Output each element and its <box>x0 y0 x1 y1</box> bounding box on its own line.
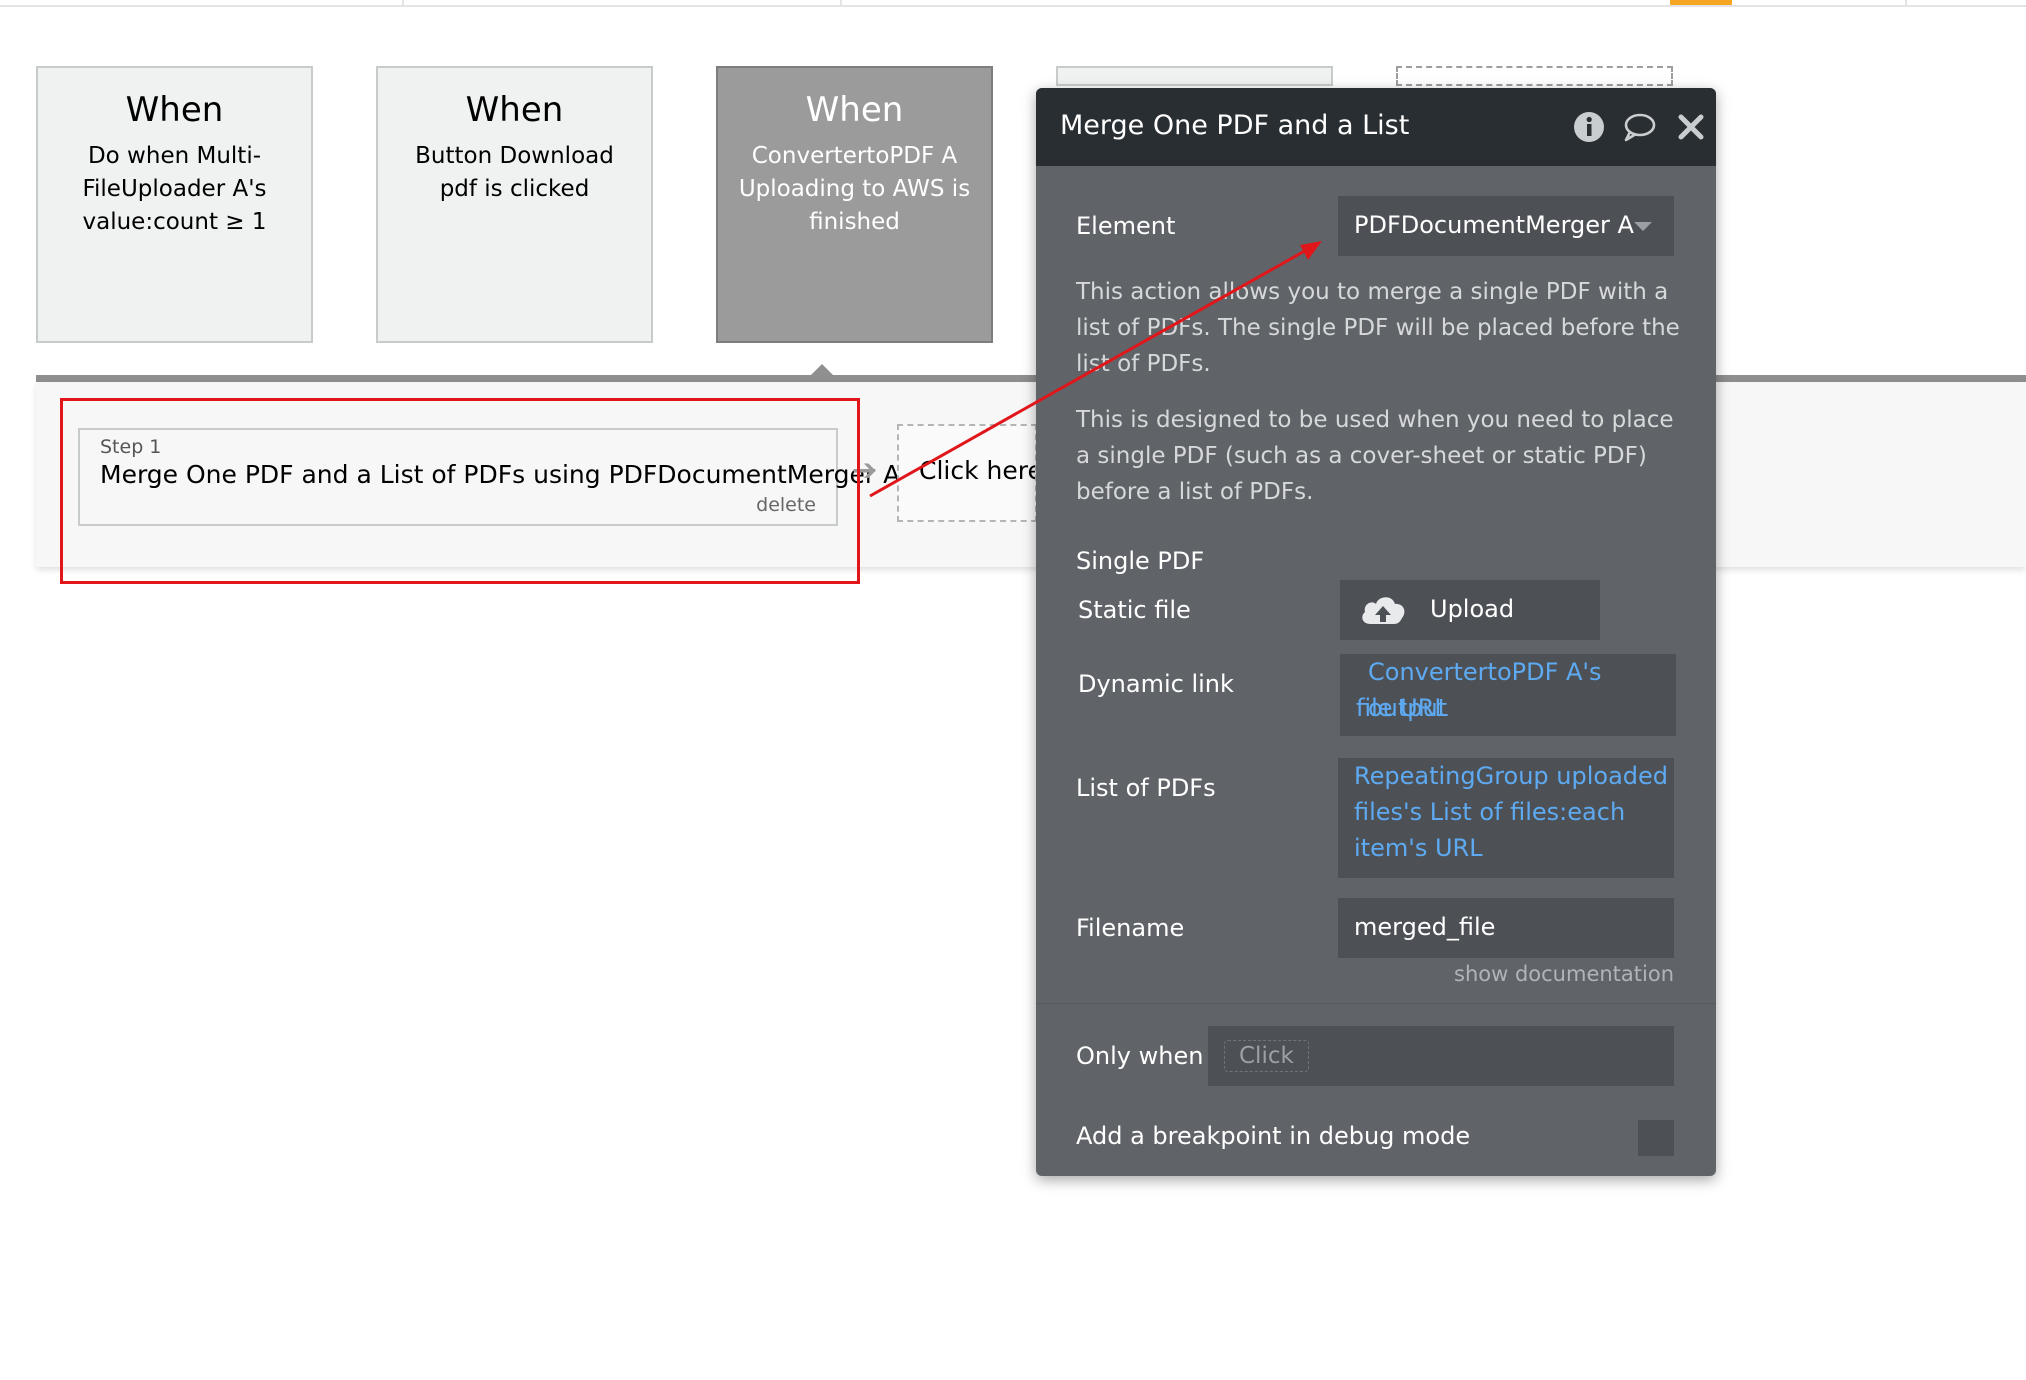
only-when-placeholder: Click <box>1224 1040 1309 1072</box>
dynamic-link-expression-cont: file URL <box>1356 694 1448 722</box>
event-description: Button Download pdf is clicked <box>415 143 614 202</box>
element-dropdown[interactable]: PDFDocumentMerger A <box>1338 196 1674 256</box>
selected-event-pointer <box>810 364 834 376</box>
event-description: ConvertertoPDF A Uploading to AWS is fin… <box>738 143 971 235</box>
list-of-pdfs-expression-cont: files's List of files:each <box>1354 798 1626 826</box>
breakpoint-label: Add a breakpoint in debug mode <box>1076 1122 1471 1150</box>
info-icon[interactable] <box>1572 110 1606 144</box>
list-of-pdfs-expression-end: item's URL <box>1354 834 1483 862</box>
comment-icon[interactable] <box>1622 110 1656 144</box>
event-description: Do when Multi-FileUploader A's value:cou… <box>82 143 267 235</box>
event-when-label: When <box>465 90 564 130</box>
cloud-upload-icon <box>1362 597 1405 624</box>
event-when-label: When <box>125 90 224 130</box>
single-pdf-label: Single PDF <box>1076 547 1205 575</box>
element-label: Element <box>1076 212 1176 240</box>
filename-label: Filename <box>1076 914 1185 942</box>
chevron-down-icon <box>1634 222 1652 231</box>
add-event-card[interactable] <box>1396 66 1673 86</box>
dynamic-link-field[interactable]: ConvertertoPDF A's output file URL <box>1340 654 1676 736</box>
filename-input[interactable]: merged_file <box>1338 898 1674 958</box>
static-file-label: Static file <box>1078 596 1191 624</box>
filename-value: merged_file <box>1354 913 1496 941</box>
active-tab-indicator <box>1670 0 1732 5</box>
add-step-button[interactable]: Click here t <box>897 424 1037 522</box>
workflow-band-top-border <box>36 375 2026 382</box>
event-card-button-download[interactable]: When Button Download pdf is clicked <box>376 66 653 343</box>
toolbar-divider <box>840 0 842 5</box>
upload-button[interactable]: Upload <box>1340 580 1600 640</box>
top-toolbar-strip <box>0 0 2026 7</box>
only-when-label: Only when <box>1076 1042 1204 1070</box>
list-of-pdfs-expression: RepeatingGroup uploaded <box>1354 762 1669 790</box>
event-card-converter-selected[interactable]: When ConvertertoPDF A Uploading to AWS i… <box>716 66 993 343</box>
element-dropdown-value: PDFDocumentMerger A <box>1354 211 1634 239</box>
list-of-pdfs-label: List of PDFs <box>1076 774 1216 802</box>
only-when-condition-field[interactable]: Click <box>1208 1026 1674 1086</box>
list-of-pdfs-field[interactable]: RepeatingGroup uploaded files's List of … <box>1338 758 1674 878</box>
action-description-usage: This is designed to be used when you nee… <box>1076 407 1674 505</box>
event-when-label: When <box>805 90 904 130</box>
upload-label: Upload <box>1430 595 1515 623</box>
breakpoint-checkbox[interactable] <box>1638 1120 1674 1156</box>
show-documentation-link[interactable]: show documentation <box>1454 962 1674 986</box>
panel-divider <box>1036 1003 1716 1004</box>
dynamic-link-label: Dynamic link <box>1078 670 1234 698</box>
toolbar-divider <box>1905 0 1907 5</box>
action-property-panel: Merge One PDF and a List of PDFs using P… <box>1036 88 1716 1176</box>
close-icon[interactable] <box>1674 110 1708 144</box>
annotation-highlight-box <box>60 398 860 584</box>
panel-header[interactable]: Merge One PDF and a List of PDFs using P… <box>1036 88 1716 166</box>
toolbar-divider <box>402 0 404 5</box>
action-description: This action allows you to merge a single… <box>1076 279 1680 377</box>
event-card-partial[interactable] <box>1056 66 1333 86</box>
event-card-multifileuploader[interactable]: When Do when Multi-FileUploader A's valu… <box>36 66 313 343</box>
add-step-label: Click here t <box>919 456 1035 485</box>
panel-title: Merge One PDF and a List of PDFs using P… <box>1060 110 1414 141</box>
